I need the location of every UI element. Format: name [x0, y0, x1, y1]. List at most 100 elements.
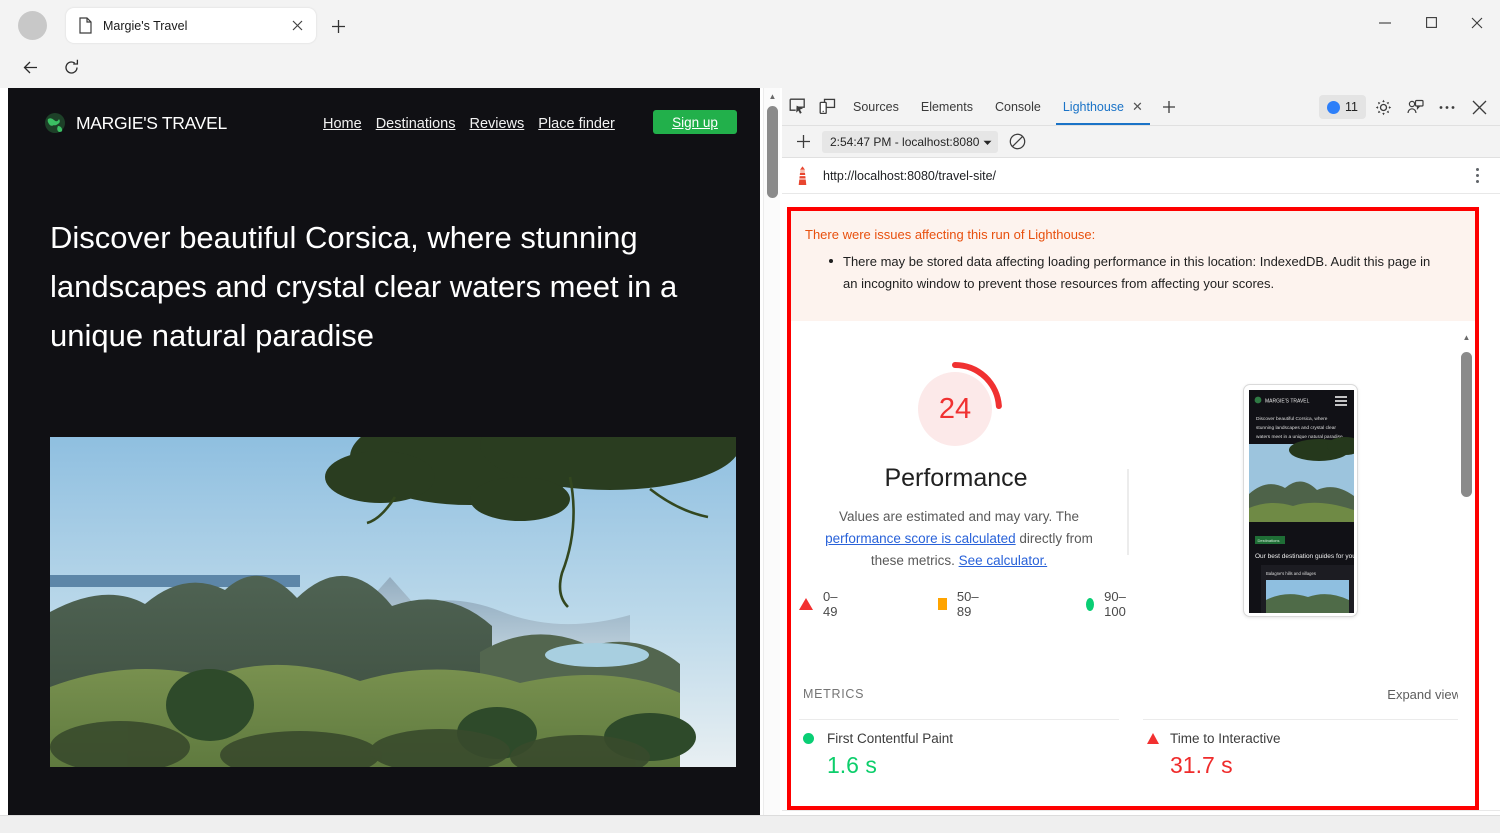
score-calculated-link[interactable]: performance score is calculated: [825, 531, 1016, 546]
minimize-button[interactable]: [1362, 0, 1408, 45]
tab-sources-label: Sources: [853, 100, 899, 114]
close-icon[interactable]: [286, 15, 308, 37]
maximize-button[interactable]: [1408, 0, 1454, 45]
bullet-icon: [829, 259, 833, 263]
metric-first-contentful-paint[interactable]: First Contentful Paint 1.6 s: [803, 731, 953, 779]
page-viewport: MARGIE'S TRAVEL Home Destinations Review…: [0, 88, 782, 833]
reload-icon[interactable]: [55, 51, 87, 83]
report-scrollbar[interactable]: ▲ ▼: [1458, 330, 1475, 810]
nav-link-home[interactable]: Home: [323, 116, 362, 132]
browser-navbar: localhost:8080/travel-site/ A: [0, 45, 1500, 88]
lighthouse-subbar: 2:54:47 PM - localhost:8080: [782, 126, 1500, 158]
status-bar: [0, 815, 1500, 833]
close-devtools-icon[interactable]: [1464, 92, 1494, 122]
svg-text:Balagne's hills and villages: Balagne's hills and villages: [1266, 571, 1316, 576]
triangle-icon: [1147, 733, 1159, 744]
section-divider: [1127, 469, 1129, 555]
svg-text:MARGIE'S TRAVEL: MARGIE'S TRAVEL: [1265, 399, 1310, 405]
tab-lighthouse-label: Lighthouse: [1063, 100, 1124, 114]
thumbnail-page: MARGIE'S TRAVEL Discover beautiful Corsi…: [1249, 390, 1354, 613]
add-panel-button[interactable]: [1154, 92, 1184, 122]
travel-website: MARGIE'S TRAVEL Home Destinations Review…: [8, 88, 760, 818]
browser-window: Margie's Travel: [0, 0, 1500, 833]
signup-label: Sign up: [672, 115, 718, 130]
metric-header: Time to Interactive: [1147, 731, 1281, 746]
legend-label-fail: 0–49: [823, 589, 837, 619]
profile-avatar[interactable]: [18, 11, 47, 40]
devtools-panel: Sources Elements Console Lighthouse ✕ 11: [782, 88, 1500, 833]
device-toolbar-icon[interactable]: [812, 92, 842, 122]
more-tools-icon[interactable]: [1432, 92, 1462, 122]
tab-console[interactable]: Console: [984, 88, 1052, 125]
metric-header: First Contentful Paint: [803, 731, 953, 746]
see-calculator-link[interactable]: See calculator.: [959, 553, 1048, 568]
kebab-menu-icon[interactable]: [1466, 168, 1488, 183]
expand-view-button[interactable]: Expand view: [1387, 687, 1461, 702]
svg-text:Discover beautiful Corsica, wh: Discover beautiful Corsica, where: [1256, 416, 1328, 422]
svg-text:waters meet in a unique natura: waters meet in a unique natural paradise: [1256, 434, 1343, 440]
square-icon: [938, 598, 946, 610]
audited-url: http://localhost:8080/travel-site/: [823, 169, 1466, 183]
score-legend: 0–49 50–89 90–100: [791, 589, 1121, 619]
site-brand[interactable]: MARGIE'S TRAVEL: [44, 112, 227, 134]
tab-elements[interactable]: Elements: [910, 88, 984, 125]
run-warning-item: There may be stored data affecting loadi…: [843, 251, 1433, 295]
page-scrollbar-thumb[interactable]: [767, 106, 778, 198]
report-selector-label: 2:54:47 PM - localhost:8080: [830, 135, 979, 149]
score-desc-part1: Values are estimated and may vary. The: [839, 509, 1079, 524]
inspect-element-icon[interactable]: [782, 92, 812, 122]
svg-text:Destinations: Destinations: [1258, 538, 1280, 543]
triangle-icon: [799, 598, 813, 610]
back-arrow-icon[interactable]: [14, 51, 46, 83]
report-scrollbar-thumb[interactable]: [1461, 352, 1472, 497]
devtools-bottom-divider: [782, 810, 1500, 811]
window-controls: [1362, 0, 1500, 45]
final-screenshot-thumbnail[interactable]: MARGIE'S TRAVEL Discover beautiful Corsi…: [1243, 384, 1358, 617]
report-selector[interactable]: 2:54:47 PM - localhost:8080: [822, 131, 998, 153]
run-warnings: There were issues affecting this run of …: [791, 211, 1475, 321]
legend-item-average: 50–89: [938, 589, 982, 619]
performance-score: 24: [907, 361, 1003, 457]
signup-button[interactable]: Sign up: [653, 110, 737, 134]
scroll-up-icon[interactable]: ▲: [764, 88, 781, 105]
close-window-button[interactable]: [1454, 0, 1500, 45]
globe-icon: [44, 112, 66, 134]
metric-time-to-interactive[interactable]: Time to Interactive 31.7 s: [1147, 731, 1281, 779]
legend-item-pass: 90–100: [1086, 589, 1131, 619]
browser-titlebar: Margie's Travel: [0, 0, 1500, 45]
scroll-up-icon[interactable]: ▲: [1458, 330, 1475, 344]
legend-label-pass: 90–100: [1104, 589, 1131, 619]
devtools-tabbar: Sources Elements Console Lighthouse ✕ 11: [782, 88, 1500, 126]
hero-image: [50, 437, 736, 767]
new-tab-button[interactable]: [324, 12, 352, 40]
score-description: Values are estimated and may vary. The p…: [809, 506, 1109, 572]
issues-count-badge[interactable]: 11: [1319, 95, 1366, 119]
gear-icon[interactable]: [1368, 92, 1398, 122]
tab-elements-label: Elements: [921, 100, 973, 114]
tab-sources[interactable]: Sources: [842, 88, 910, 125]
tab-title: Margie's Travel: [103, 19, 286, 33]
page-scrollbar[interactable]: ▲ ▼: [763, 88, 780, 833]
lighthouse-url-row: http://localhost:8080/travel-site/: [782, 158, 1500, 194]
lighthouse-report-highlight: There were issues affecting this run of …: [787, 207, 1479, 810]
new-report-button[interactable]: [788, 127, 818, 157]
tab-lighthouse[interactable]: Lighthouse ✕: [1052, 88, 1154, 125]
clear-icon[interactable]: [1002, 127, 1032, 157]
devtools-actions: 11: [1319, 92, 1494, 122]
page-title: Discover beautiful Corsica, where stunni…: [50, 213, 730, 360]
feedback-icon[interactable]: [1400, 92, 1430, 122]
metric-name: First Contentful Paint: [827, 731, 953, 746]
metric-name: Time to Interactive: [1170, 731, 1281, 746]
nav-link-destinations[interactable]: Destinations: [376, 116, 456, 132]
nav-link-place-finder[interactable]: Place finder: [538, 116, 615, 132]
close-icon[interactable]: ✕: [1132, 99, 1143, 115]
metrics-divider-left: [799, 719, 1119, 720]
legend-label-average: 50–89: [957, 589, 982, 619]
metrics-divider-right: [1143, 719, 1473, 720]
svg-text:Our best destination guides fo: Our best destination guides for you: [1255, 553, 1354, 560]
nav-link-reviews[interactable]: Reviews: [469, 116, 524, 132]
metrics-section-label: METRICS: [803, 687, 864, 701]
metric-value: 1.6 s: [827, 752, 953, 779]
run-warnings-title: There were issues affecting this run of …: [805, 227, 1095, 242]
browser-tab[interactable]: Margie's Travel: [66, 8, 316, 43]
